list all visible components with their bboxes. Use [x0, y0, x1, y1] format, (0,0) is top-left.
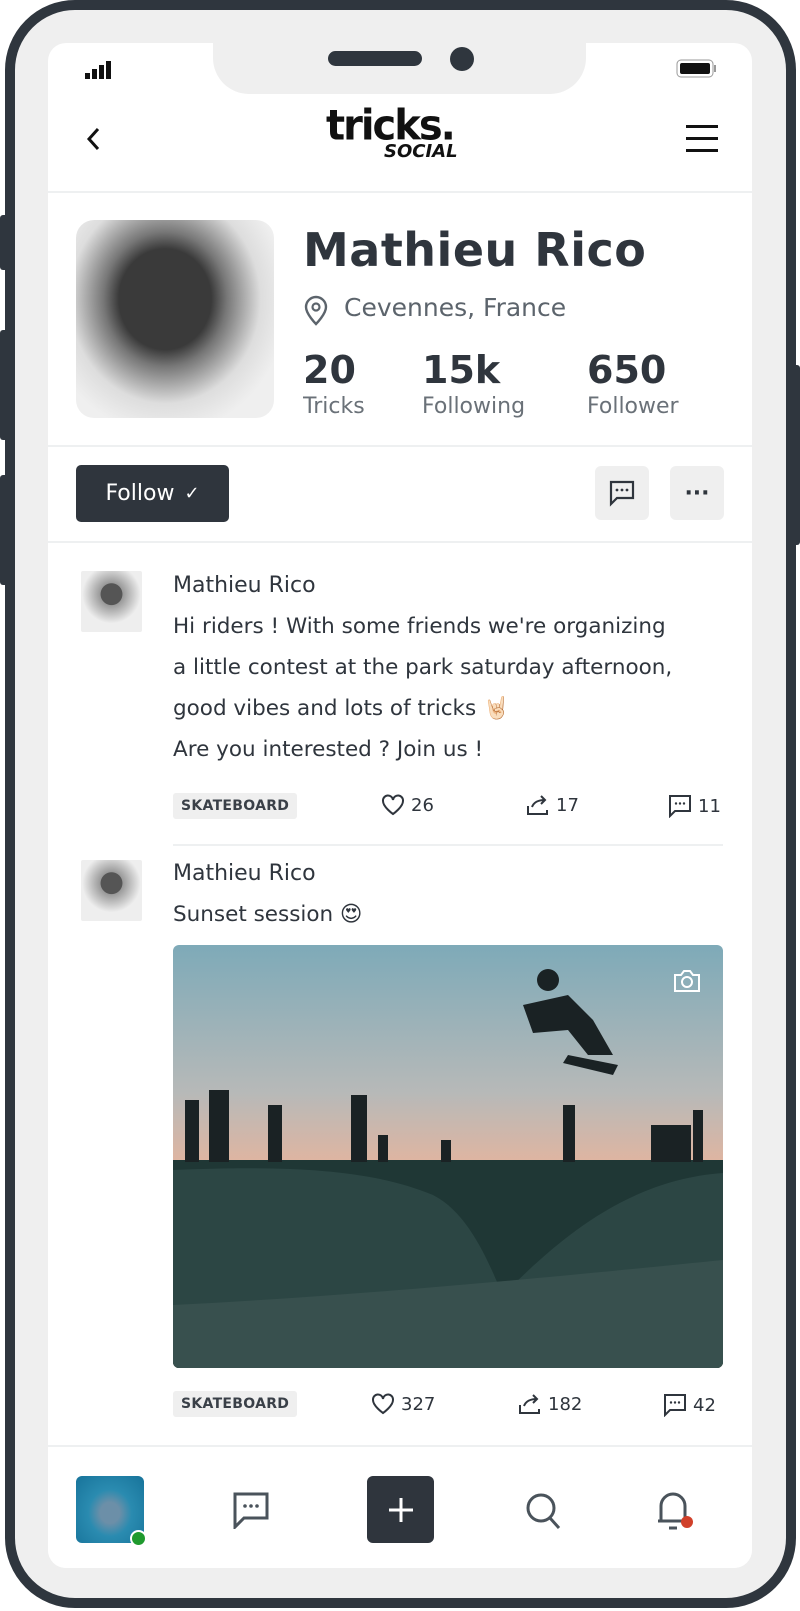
- plus-icon: [388, 1497, 413, 1522]
- phone-notch: [213, 30, 586, 94]
- share-icon: [519, 1394, 540, 1414]
- post-text: Hi riders ! With some friends we're orga…: [173, 614, 673, 762]
- share-button[interactable]: 182: [518, 1393, 582, 1415]
- post-author-avatar[interactable]: [81, 571, 142, 632]
- divider: [173, 844, 723, 846]
- bottom-nav: [48, 1445, 752, 1568]
- heart-icon: [372, 1393, 394, 1415]
- online-status-dot: [130, 1530, 147, 1547]
- more-dots-icon: ···: [684, 480, 710, 506]
- post-author-name[interactable]: Mathieu Rico: [173, 573, 316, 598]
- camera-icon: [674, 970, 700, 992]
- like-button[interactable]: 26: [381, 794, 434, 816]
- comment-icon: [669, 795, 691, 818]
- signal-icon: [85, 61, 111, 79]
- stat-tricks[interactable]: 20 Tricks: [303, 348, 365, 418]
- logo: tricks. SOCIAL: [326, 101, 458, 162]
- profile-name: Mathieu Rico: [303, 223, 647, 277]
- post-author-avatar[interactable]: [81, 860, 142, 921]
- profile-avatar: [76, 220, 274, 418]
- menu-hamburger-icon[interactable]: [686, 123, 720, 153]
- more-options-button[interactable]: ···: [670, 466, 724, 520]
- share-icon: [527, 795, 548, 815]
- post-photo[interactable]: [173, 945, 723, 1368]
- nav-notifications-bell-icon[interactable]: [656, 1489, 696, 1533]
- share-button[interactable]: 17: [526, 794, 579, 816]
- screen: tricks. SOCIAL Mathieu Rico Cevennes, Fr…: [48, 43, 752, 1568]
- nav-search-icon[interactable]: [524, 1491, 564, 1531]
- follow-button[interactable]: Follow ✓: [76, 465, 229, 522]
- message-button[interactable]: [595, 466, 649, 520]
- skatepark-photo: [173, 969, 723, 1368]
- comment-icon: [664, 1394, 686, 1417]
- divider: [48, 541, 752, 543]
- comment-button[interactable]: 42: [663, 1393, 716, 1417]
- post-tag[interactable]: SKATEBOARD: [173, 793, 298, 819]
- location-pin-icon: [304, 295, 328, 326]
- post-text: Sunset session 😍: [173, 902, 363, 927]
- battery-icon: [676, 59, 716, 78]
- post-author-name[interactable]: Mathieu Rico: [173, 861, 316, 886]
- camera: [450, 47, 474, 71]
- check-icon: ✓: [184, 483, 200, 504]
- heart-icon: [382, 794, 404, 816]
- stat-following[interactable]: 15k Following: [422, 348, 525, 418]
- nav-create-post-button[interactable]: [367, 1476, 434, 1543]
- back-chevron-left-icon[interactable]: [84, 125, 104, 155]
- divider: [48, 445, 752, 447]
- speaker: [328, 51, 422, 66]
- profile-location: Cevennes, France: [344, 293, 567, 322]
- nav-messages-icon[interactable]: [232, 1491, 270, 1529]
- like-button[interactable]: 327: [371, 1393, 435, 1415]
- divider: [48, 191, 752, 193]
- comment-button[interactable]: 11: [668, 794, 721, 818]
- stat-followers[interactable]: 650 Follower: [587, 348, 679, 418]
- message-icon: [609, 480, 635, 507]
- post-tag[interactable]: SKATEBOARD: [173, 1391, 298, 1417]
